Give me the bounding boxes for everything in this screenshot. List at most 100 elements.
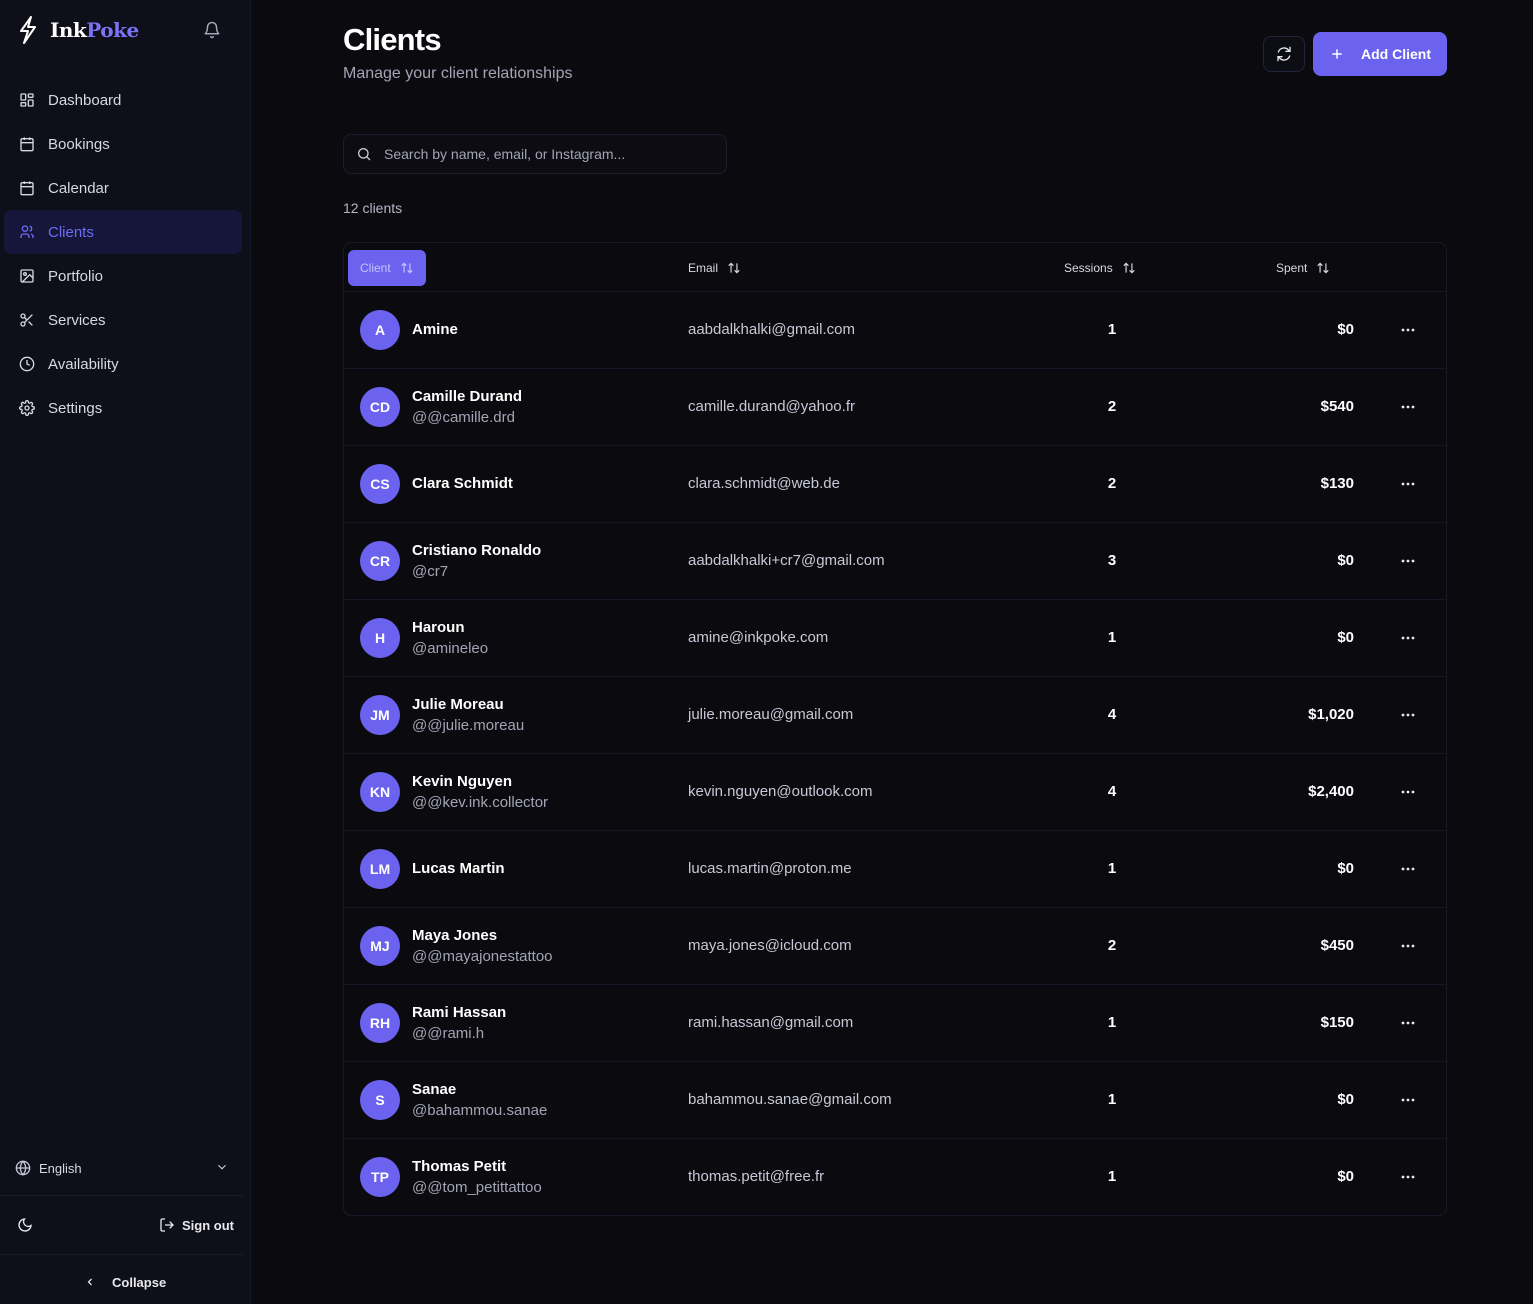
sort-by-sessions-button[interactable]: Sessions	[1064, 250, 1136, 286]
table-row[interactable]: MJ Maya Jones @@mayajonestattoo maya.jon…	[344, 908, 1446, 985]
more-actions-icon[interactable]	[1394, 320, 1422, 340]
more-actions-icon[interactable]	[1394, 1090, 1422, 1110]
client-spent: $0	[1337, 1168, 1354, 1185]
table-row[interactable]: CD Camille Durand @@camille.drd camille.…	[344, 369, 1446, 446]
refresh-button[interactable]	[1263, 36, 1305, 72]
more-actions-icon[interactable]	[1394, 397, 1422, 417]
column-header-client: Client	[360, 261, 391, 275]
sort-by-spent-button[interactable]: Spent	[1276, 250, 1330, 286]
client-name[interactable]: Maya Jones	[412, 927, 497, 944]
sidebar-item-label: Settings	[48, 399, 103, 417]
search-input[interactable]	[384, 146, 704, 162]
client-sessions: 4	[1107, 783, 1117, 800]
client-email: rami.hassan@gmail.com	[688, 1014, 854, 1031]
more-actions-icon[interactable]	[1394, 628, 1422, 648]
table-row[interactable]: S Sanae @bahammou.sanae bahammou.sanae@g…	[344, 1062, 1446, 1139]
client-name[interactable]: Sanae	[412, 1081, 456, 1098]
globe-icon	[15, 1160, 31, 1176]
sidebar: InkPoke Dashboard Bookings Calendar Clie…	[0, 0, 251, 1304]
table-row[interactable]: TP Thomas Petit @@tom_petittattoo thomas…	[344, 1139, 1446, 1215]
more-actions-icon[interactable]	[1394, 474, 1422, 494]
sign-out-button[interactable]: Sign out	[159, 1216, 234, 1234]
client-email: julie.moreau@gmail.com	[688, 706, 854, 723]
client-email: camille.durand@yahoo.fr	[688, 398, 855, 415]
client-name[interactable]: Lucas Martin	[412, 860, 505, 877]
more-actions-icon[interactable]	[1394, 1013, 1422, 1033]
client-name[interactable]: Rami Hassan	[412, 1004, 506, 1021]
sidebar-item-label: Portfolio	[48, 267, 104, 285]
avatar: KN	[360, 772, 400, 812]
client-sessions: 4	[1107, 706, 1117, 723]
sort-by-email-button[interactable]: Email	[688, 250, 741, 286]
client-spent: $0	[1337, 552, 1354, 569]
table-row[interactable]: KN Kevin Nguyen @@kev.ink.collector kevi…	[344, 754, 1446, 831]
client-name[interactable]: Clara Schmidt	[412, 475, 513, 492]
moon-icon[interactable]	[17, 1217, 33, 1233]
more-actions-icon[interactable]	[1394, 936, 1422, 956]
avatar: A	[360, 310, 400, 350]
client-email: aabdalkhalki+cr7@gmail.com	[688, 552, 885, 569]
add-client-button[interactable]: Add Client	[1313, 32, 1447, 76]
client-name[interactable]: Camille Durand	[412, 388, 522, 405]
client-name[interactable]: Cristiano Ronaldo	[412, 542, 541, 559]
client-instagram-handle: @@tom_petittattoo	[412, 1179, 542, 1196]
sidebar-item-settings[interactable]: Settings	[4, 386, 242, 430]
table-row[interactable]: H Haroun @amineleo amine@inkpoke.com 1 $…	[344, 600, 1446, 677]
sidebar-item-label: Dashboard	[48, 91, 122, 109]
search-box[interactable]	[343, 134, 727, 174]
add-client-label: Add Client	[1361, 46, 1431, 62]
table-row[interactable]: RH Rami Hassan @@rami.h rami.hassan@gmai…	[344, 985, 1446, 1062]
table-row[interactable]: A Amine aabdalkhalki@gmail.com 1 $0	[344, 292, 1446, 369]
chevron-left-icon	[84, 1276, 96, 1288]
sidebar-item-services[interactable]: Services	[4, 298, 242, 342]
client-name[interactable]: Kevin Nguyen	[412, 773, 512, 790]
bell-icon[interactable]	[203, 21, 221, 39]
client-spent: $2,400	[1308, 783, 1354, 800]
avatar: MJ	[360, 926, 400, 966]
more-actions-icon[interactable]	[1394, 859, 1422, 879]
sort-by-client-button[interactable]: Client	[348, 250, 426, 286]
client-instagram-handle: @@camille.drd	[412, 409, 515, 426]
sidebar-item-label: Availability	[48, 355, 119, 373]
client-email: lucas.martin@proton.me	[688, 860, 852, 877]
client-email: amine@inkpoke.com	[688, 629, 829, 646]
users-icon	[19, 224, 35, 240]
brand-name: InkPoke	[50, 18, 139, 42]
gear-icon	[19, 400, 35, 416]
client-name[interactable]: Amine	[412, 321, 458, 338]
table-row[interactable]: LM Lucas Martin lucas.martin@proton.me 1…	[344, 831, 1446, 908]
table-row[interactable]: JM Julie Moreau @@julie.moreau julie.mor…	[344, 677, 1446, 754]
brand-logo[interactable]: InkPoke	[16, 14, 139, 46]
sidebar-item-availability[interactable]: Availability	[4, 342, 242, 386]
language-select[interactable]: English	[15, 1156, 235, 1180]
client-sessions: 1	[1107, 1014, 1117, 1031]
sidebar-item-bookings[interactable]: Bookings	[4, 122, 242, 166]
more-actions-icon[interactable]	[1394, 782, 1422, 802]
sort-arrows-icon	[1316, 261, 1330, 275]
table-row[interactable]: CR Cristiano Ronaldo @cr7 aabdalkhalki+c…	[344, 523, 1446, 600]
dashboard-grid-icon	[19, 92, 35, 108]
client-name[interactable]: Haroun	[412, 619, 465, 636]
client-instagram-handle: @@julie.moreau	[412, 717, 525, 734]
client-name[interactable]: Julie Moreau	[412, 696, 504, 713]
image-icon	[19, 268, 35, 284]
sidebar-item-calendar[interactable]: Calendar	[4, 166, 242, 210]
client-sessions: 2	[1107, 475, 1117, 492]
sort-arrows-icon	[400, 261, 414, 275]
client-spent: $0	[1337, 321, 1354, 338]
client-email: clara.schmidt@web.de	[688, 475, 840, 492]
divider	[0, 1195, 243, 1196]
sidebar-item-clients[interactable]: Clients	[4, 210, 242, 254]
avatar: LM	[360, 849, 400, 889]
client-instagram-handle: @cr7	[412, 563, 449, 580]
client-name[interactable]: Thomas Petit	[412, 1158, 506, 1175]
more-actions-icon[interactable]	[1394, 705, 1422, 725]
table-body: A Amine aabdalkhalki@gmail.com 1 $0 CD C…	[344, 292, 1446, 1215]
collapse-button[interactable]: Collapse	[84, 1273, 166, 1291]
more-actions-icon[interactable]	[1394, 1167, 1422, 1187]
sidebar-item-dashboard[interactable]: Dashboard	[4, 78, 242, 122]
more-actions-icon[interactable]	[1394, 551, 1422, 571]
table-row[interactable]: CS Clara Schmidt clara.schmidt@web.de 2 …	[344, 446, 1446, 523]
column-header-sessions: Sessions	[1064, 261, 1113, 275]
sidebar-item-portfolio[interactable]: Portfolio	[4, 254, 242, 298]
